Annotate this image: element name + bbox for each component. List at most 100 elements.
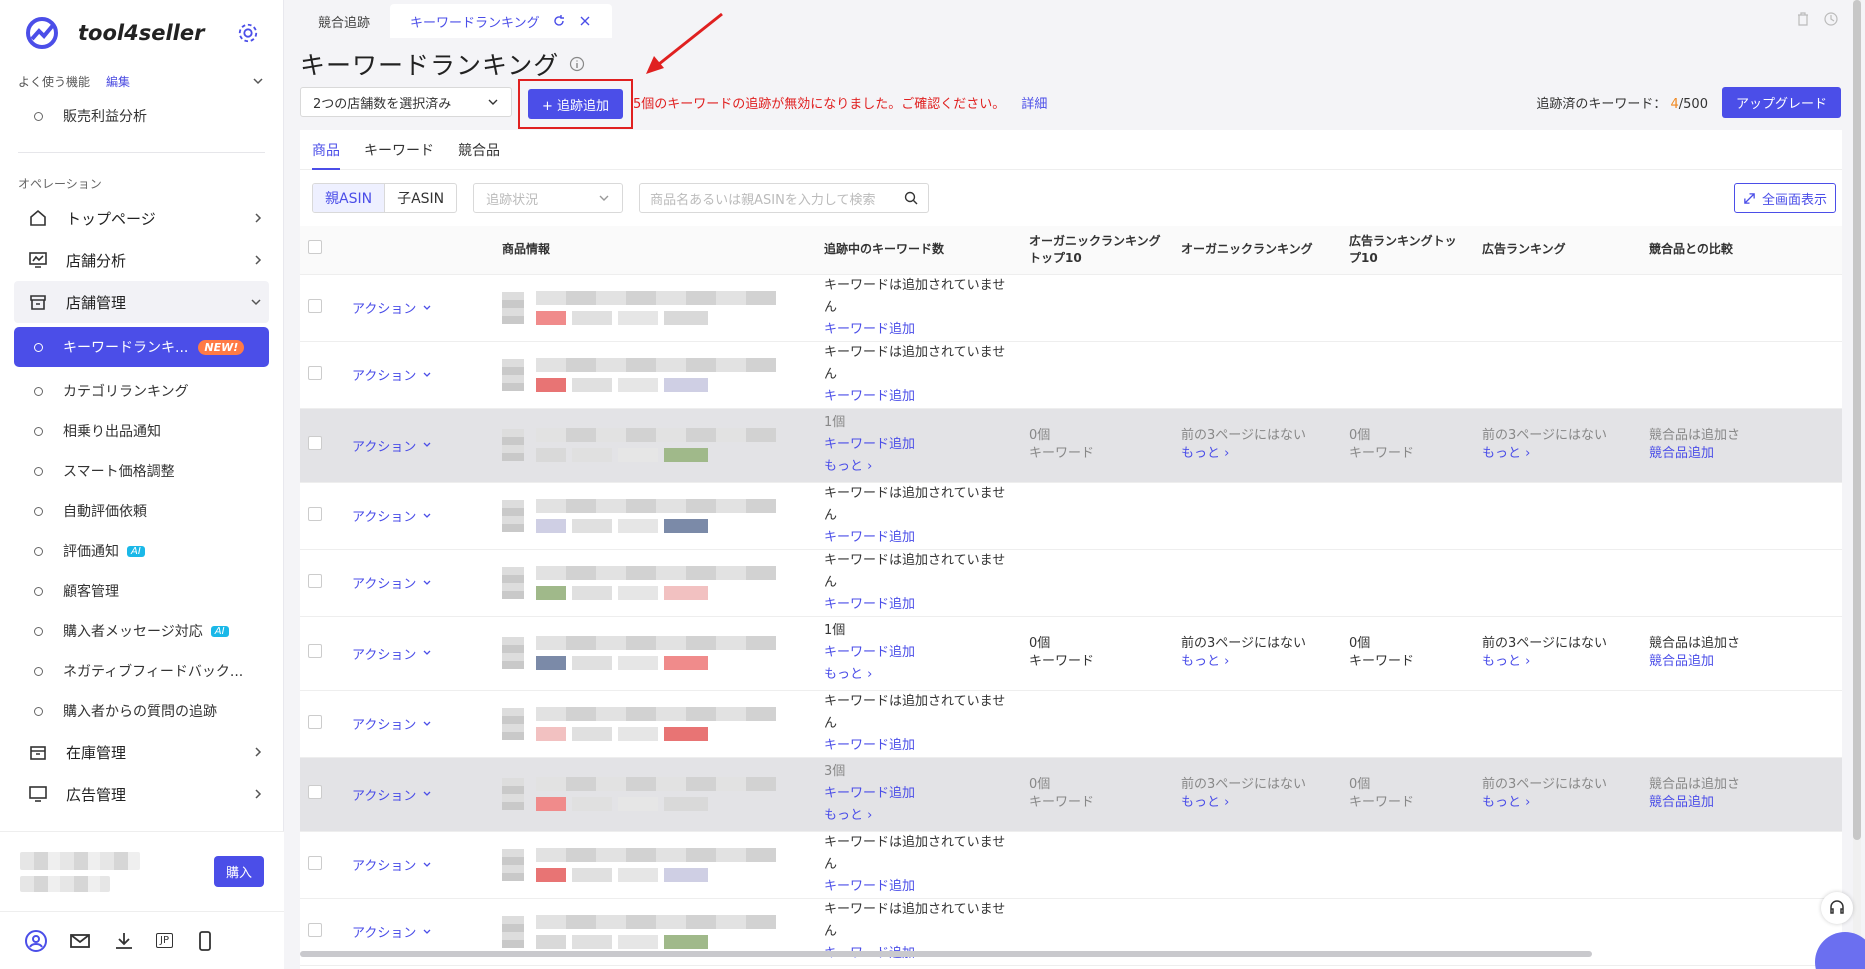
child-asin-option[interactable]: 子ASIN bbox=[385, 184, 456, 212]
sidebar-item-category-ranking[interactable]: カテゴリランキング bbox=[0, 371, 283, 411]
more-label: もっと bbox=[824, 667, 864, 682]
organic-more-link[interactable]: もっと › bbox=[1181, 445, 1333, 463]
detail-link[interactable]: 詳細 bbox=[1021, 93, 1047, 112]
sidebar-item-hijack-alert[interactable]: 相乗り出品通知 bbox=[0, 411, 283, 451]
refresh-icon[interactable] bbox=[552, 14, 566, 28]
ad-rank-value: 前の3ページにはない bbox=[1482, 777, 1608, 792]
customer-support-button[interactable] bbox=[1821, 892, 1853, 924]
row-checkbox[interactable] bbox=[308, 922, 322, 937]
vertical-scrollbar[interactable] bbox=[1853, 0, 1861, 969]
bullet-icon bbox=[34, 626, 43, 636]
action-dropdown[interactable]: アクション bbox=[352, 922, 486, 941]
add-keyword-link[interactable]: キーワード追加 bbox=[824, 319, 1013, 341]
add-competitor-link[interactable]: 競合品追加 bbox=[1649, 794, 1842, 812]
action-dropdown[interactable]: アクション bbox=[352, 785, 486, 804]
sidebar-item-store-management[interactable]: 店舗管理 bbox=[14, 281, 269, 323]
sidebar-item-buyer-messages[interactable]: 購入者メッセージ対応 AI bbox=[0, 611, 283, 651]
trash-icon[interactable] bbox=[1795, 11, 1811, 27]
add-keyword-link[interactable]: キーワード追加 bbox=[824, 735, 1013, 757]
organic-more-link[interactable]: もっと › bbox=[1181, 653, 1333, 671]
clock-icon[interactable] bbox=[1823, 11, 1839, 27]
row-checkbox[interactable] bbox=[308, 644, 322, 658]
sidebar-item-customer-management[interactable]: 顧客管理 bbox=[0, 571, 283, 611]
action-dropdown[interactable]: アクション bbox=[352, 506, 486, 525]
add-keyword-link[interactable]: キーワード追加 bbox=[824, 642, 1013, 664]
ad-more-link[interactable]: もっと › bbox=[1482, 445, 1633, 463]
tab-keyword-ranking[interactable]: キーワードランキング bbox=[390, 4, 612, 38]
fullscreen-button[interactable]: 全画面表示 bbox=[1733, 183, 1836, 213]
search-input[interactable]: 商品名あるいは親ASINを入力して検索 bbox=[639, 183, 930, 213]
action-dropdown[interactable]: アクション bbox=[352, 644, 486, 663]
more-link[interactable]: もっと › bbox=[824, 805, 1013, 827]
sidebar-item-buyer-questions[interactable]: 購入者からの質問の追跡 bbox=[0, 691, 283, 731]
col-ad-rank: 広告ランキング bbox=[1474, 226, 1641, 275]
info-icon[interactable] bbox=[569, 56, 585, 72]
tab-competitors[interactable]: 競合品 bbox=[458, 130, 500, 170]
tool4seller-logo-icon[interactable] bbox=[24, 15, 60, 51]
action-dropdown[interactable]: アクション bbox=[352, 714, 486, 733]
tab-keywords[interactable]: キーワード bbox=[364, 130, 434, 170]
chevron-down-icon bbox=[423, 372, 431, 377]
sidebar-item-keyword-ranking[interactable]: キーワードランキ... NEW! bbox=[14, 327, 269, 367]
product-thumbnail bbox=[502, 358, 524, 391]
sidebar-item-top-page[interactable]: トップページ bbox=[0, 197, 283, 239]
add-keyword-link[interactable]: キーワード追加 bbox=[824, 876, 1013, 898]
tab-competitor-tracking[interactable]: 競合追跡 bbox=[298, 4, 390, 38]
sidebar-item-negative-feedback[interactable]: ネガティブフィードバック... bbox=[0, 651, 283, 691]
action-dropdown[interactable]: アクション bbox=[352, 573, 486, 592]
organic-more-link[interactable]: もっと › bbox=[1181, 794, 1333, 812]
parent-asin-option[interactable]: 親ASIN bbox=[313, 184, 386, 212]
ad-more-link[interactable]: もっと › bbox=[1482, 653, 1633, 671]
sidebar-item-smart-pricing[interactable]: スマート価格調整 bbox=[0, 451, 283, 491]
action-dropdown[interactable]: アクション bbox=[352, 436, 486, 455]
keyword-count: キーワードは追加されていません bbox=[824, 277, 1006, 315]
gear-icon[interactable] bbox=[237, 22, 259, 44]
ad-more-link[interactable]: もっと › bbox=[1482, 794, 1633, 812]
add-competitor-link[interactable]: 競合品追加 bbox=[1649, 445, 1842, 463]
mail-icon[interactable] bbox=[68, 929, 92, 953]
favorites-edit-link[interactable]: 編集 bbox=[106, 73, 130, 90]
download-icon[interactable] bbox=[112, 929, 136, 953]
row-checkbox[interactable] bbox=[308, 298, 322, 313]
action-dropdown[interactable]: アクション bbox=[352, 855, 486, 874]
search-icon[interactable] bbox=[904, 191, 918, 205]
action-dropdown[interactable]: アクション bbox=[352, 365, 486, 384]
row-checkbox[interactable] bbox=[308, 573, 322, 588]
horizontal-scrollbar[interactable] bbox=[300, 951, 1592, 957]
row-checkbox[interactable] bbox=[308, 855, 322, 870]
row-checkbox[interactable] bbox=[308, 436, 322, 450]
add-keyword-link[interactable]: キーワード追加 bbox=[824, 594, 1013, 616]
mobile-icon[interactable] bbox=[193, 929, 217, 953]
close-icon[interactable] bbox=[578, 14, 592, 28]
sidebar-item-auto-review-request[interactable]: 自動評価依頼 bbox=[0, 491, 283, 531]
more-link[interactable]: もっと › bbox=[824, 664, 1013, 686]
select-all-checkbox[interactable] bbox=[308, 240, 322, 255]
store-select[interactable]: 2つの店舗数を選択済み bbox=[300, 87, 512, 117]
add-competitor-link[interactable]: 競合品追加 bbox=[1649, 653, 1842, 671]
add-keyword-link[interactable]: キーワード追加 bbox=[824, 783, 1013, 805]
upgrade-button[interactable]: アップグレード bbox=[1721, 86, 1841, 118]
action-dropdown[interactable]: アクション bbox=[352, 298, 486, 317]
language-badge[interactable]: JP bbox=[156, 933, 173, 948]
sidebar-item-review-alert[interactable]: 評価通知 AI bbox=[0, 531, 283, 571]
page-title-text: キーワードランキング bbox=[300, 51, 560, 80]
tab-products[interactable]: 商品 bbox=[312, 130, 340, 170]
add-keyword-link[interactable]: キーワード追加 bbox=[824, 386, 1013, 408]
buy-button[interactable]: 購入 bbox=[213, 856, 264, 887]
user-avatar-icon[interactable] bbox=[24, 929, 48, 953]
sidebar-item-inventory[interactable]: 在庫管理 bbox=[0, 731, 283, 773]
sidebar-item-profit-analysis[interactable]: 販売利益分析 bbox=[0, 96, 283, 136]
tracking-status-select[interactable]: 追跡状況 bbox=[473, 183, 624, 213]
row-checkbox[interactable] bbox=[308, 714, 322, 729]
more-link[interactable]: もっと › bbox=[824, 456, 1013, 478]
row-checkbox[interactable] bbox=[308, 506, 322, 521]
add-keyword-link[interactable]: キーワード追加 bbox=[824, 527, 1013, 549]
row-checkbox[interactable] bbox=[308, 365, 322, 380]
row-checkbox[interactable] bbox=[308, 785, 322, 799]
sidebar-item-ads[interactable]: 広告管理 bbox=[0, 773, 283, 815]
add-tracking-button[interactable]: + 追跡追加 bbox=[528, 89, 624, 119]
chevron-down-icon[interactable] bbox=[251, 74, 265, 88]
sidebar-item-label: 自動評価依頼 bbox=[63, 504, 147, 520]
sidebar-item-store-analysis[interactable]: 店舗分析 bbox=[0, 239, 283, 281]
add-keyword-link[interactable]: キーワード追加 bbox=[824, 434, 1013, 456]
